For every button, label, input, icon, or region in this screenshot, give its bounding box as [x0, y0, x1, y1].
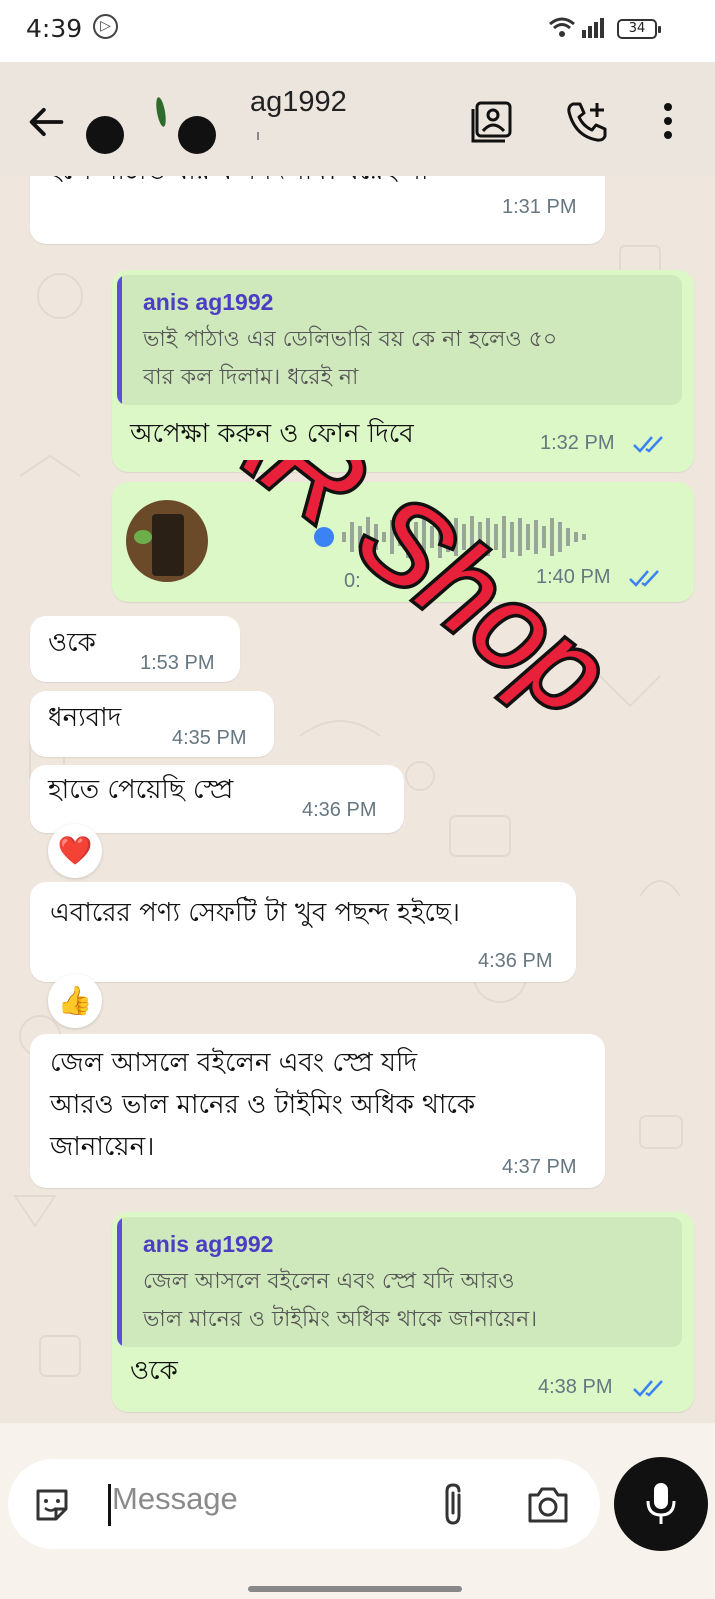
message-incoming[interactable]: ধন্যবাদ 4:35 PM: [30, 691, 274, 757]
message-time: 1:31 PM: [502, 196, 577, 218]
message-time: 4:36 PM: [478, 950, 553, 972]
battery-icon: 34: [617, 19, 661, 39]
voice-message[interactable]: 0: 1:40 PM: [112, 482, 694, 602]
read-ticks-icon: [633, 436, 663, 453]
quote-text: ভাই পাঠাও এর ডেলিভারি বয় কে না হলেও ৫০ …: [143, 321, 557, 397]
voice-duration: 0:: [344, 570, 361, 592]
message-outgoing[interactable]: anis ag1992 জেল আসলে বইলেন এবং স্প্রে যদ…: [112, 1212, 694, 1412]
message-time: 1:40 PM: [536, 566, 611, 588]
quote-line: ভাই পাঠাও এর ডেলিভারি বয় কে না হলেও ৫০: [143, 327, 558, 352]
message-placeholder: Message: [112, 1481, 238, 1516]
contact-card-icon[interactable]: [470, 100, 514, 144]
message-text: জেল আসলে বইলেন এবং স্প্রে যদি আরও ভাল মা…: [50, 1042, 475, 1168]
composer-bar: Message: [0, 1423, 715, 1599]
contact-name[interactable]: ag1992: [250, 86, 347, 119]
status-bar: 4:39 ▷ 34: [0, 0, 715, 62]
more-options-icon[interactable]: [662, 101, 674, 141]
message-incoming[interactable]: এবারের পণ্য সেফটি টা খুব পছন্দ হইছে। 4:3…: [30, 882, 576, 982]
back-arrow-icon[interactable]: [24, 100, 68, 144]
heart-reaction[interactable]: ❤️: [48, 824, 102, 878]
message-line: আরও ভাল মানের ও টাইমিং অধিক থাকে: [50, 1090, 476, 1120]
message-text: ওকে: [130, 1356, 178, 1386]
message-incoming[interactable]: হলে পাঠাও বার কল দিলাম। ধরেই না 1:31 PM: [30, 176, 605, 244]
home-indicator: [248, 1586, 462, 1592]
message-text: হাতে পেয়েছি স্প্রে: [48, 775, 234, 805]
thumbs-up-reaction[interactable]: 👍: [48, 974, 102, 1028]
avatar-redacted-2[interactable]: [178, 116, 216, 154]
message-time: 4:38 PM: [538, 1376, 613, 1398]
message-time: 4:36 PM: [302, 799, 377, 821]
quote-sender: anis ag1992: [143, 289, 274, 315]
quote-sender: anis ag1992: [143, 1231, 274, 1257]
message-line: জেল আসলে বইলেন এবং স্প্রে যদি: [50, 1048, 418, 1078]
signal-icon: [549, 17, 604, 38]
voice-avatar: [126, 500, 208, 582]
quote-line: জেল আসলে বইলেন এবং স্প্রে যদি আরও: [143, 1269, 515, 1294]
attach-icon[interactable]: [440, 1481, 466, 1529]
add-call-icon[interactable]: [565, 100, 609, 144]
quoted-message[interactable]: anis ag1992 জেল আসলে বইলেন এবং স্প্রে যদ…: [117, 1217, 682, 1347]
message-line: জানায়েন।: [50, 1132, 155, 1162]
message-incoming[interactable]: হাতে পেয়েছি স্প্রে 4:36 PM: [30, 765, 404, 833]
message-incoming[interactable]: জেল আসলে বইলেন এবং স্প্রে যদি আরও ভাল মা…: [30, 1034, 605, 1188]
quote-line: বার কল দিলাম। ধরেই না: [143, 365, 359, 390]
status-time: 4:39: [26, 14, 83, 43]
avatar-leaf: [154, 96, 168, 128]
sticker-icon[interactable]: [32, 1485, 72, 1525]
message-time: 4:37 PM: [502, 1156, 577, 1178]
chat-area[interactable]: হলে পাঠাও বার কল দিলাম। ধরেই না 1:31 PM …: [0, 176, 715, 1423]
contact-subtitle: [257, 132, 259, 140]
message-time: 4:35 PM: [172, 727, 247, 749]
quote-bar: [117, 1217, 122, 1347]
message-time: 1:32 PM: [540, 432, 615, 454]
quote-text: জেল আসলে বইলেন এবং স্প্রে যদি আরও ভাল মা…: [143, 1263, 537, 1339]
read-ticks-icon: [629, 570, 659, 587]
quoted-message[interactable]: anis ag1992 ভাই পাঠাও এর ডেলিভারি বয় কে…: [117, 275, 682, 405]
message-text: এবারের পণ্য সেফটি টা খুব পছন্দ হইছে।: [50, 898, 460, 928]
message-text: ওকে: [48, 628, 96, 658]
avatar-redacted[interactable]: [86, 116, 124, 154]
message-text: হলে পাঠাও বার কল দিলাম। ধরেই না: [48, 176, 428, 192]
voice-waveform: [314, 516, 586, 558]
text-caret: [108, 1484, 111, 1526]
message-time: 1:53 PM: [140, 652, 215, 674]
camera-icon[interactable]: [526, 1485, 570, 1525]
dnd-icon: ▷: [93, 14, 118, 39]
message-text: ধন্যবাদ: [48, 703, 122, 733]
message-text: অপেক্ষা করুন ও ফোন দিবে: [130, 419, 414, 449]
message-outgoing[interactable]: anis ag1992 ভাই পাঠাও এর ডেলিভারি বয় কে…: [112, 270, 694, 472]
mic-icon: [646, 1483, 676, 1524]
voice-record-button[interactable]: [614, 1457, 708, 1551]
quote-line: ভাল মানের ও টাইমিং অধিক থাকে জানায়েন।: [143, 1307, 538, 1332]
read-ticks-icon: [633, 1380, 663, 1397]
message-input[interactable]: Message: [8, 1459, 600, 1549]
message-incoming[interactable]: ওকে 1:53 PM: [30, 616, 240, 682]
quote-bar: [117, 275, 122, 405]
